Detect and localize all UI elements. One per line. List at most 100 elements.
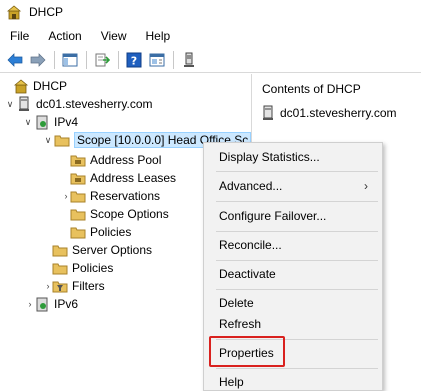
tree-label: Policies bbox=[72, 261, 114, 275]
menu-help[interactable]: Help bbox=[136, 27, 180, 45]
menu-item-label: Display Statistics... bbox=[219, 150, 320, 164]
properties-icon bbox=[149, 53, 165, 66]
tree-label: Scope Options bbox=[90, 207, 169, 221]
menu-bar: File Action View Help bbox=[0, 26, 421, 46]
folder-icon bbox=[70, 152, 86, 168]
tree-label: DHCP bbox=[33, 79, 68, 93]
folder-icon bbox=[52, 242, 68, 258]
menu-item-help[interactable]: Help bbox=[204, 371, 382, 391]
server-icon bbox=[184, 52, 194, 67]
chevron-down-icon[interactable]: ∨ bbox=[4, 95, 16, 113]
content-pane-title: Contents of DHCP bbox=[262, 82, 361, 96]
title-bar: DHCP bbox=[0, 0, 421, 24]
svg-text:?: ? bbox=[131, 54, 137, 67]
menu-item-label: Help bbox=[219, 375, 244, 389]
menu-separator bbox=[216, 171, 378, 172]
toolbar-separator bbox=[54, 50, 55, 69]
server-button[interactable] bbox=[178, 49, 200, 71]
tree-label: Filters bbox=[72, 279, 105, 293]
menu-item-advanced[interactable]: Advanced... › bbox=[204, 175, 382, 197]
export-list-button[interactable] bbox=[91, 49, 113, 71]
menu-item-label: Delete bbox=[219, 296, 254, 310]
menu-item-label: Advanced... bbox=[219, 179, 283, 193]
help-button[interactable]: ? bbox=[123, 49, 145, 71]
menu-separator bbox=[216, 260, 378, 261]
chevron-right-icon[interactable]: › bbox=[44, 277, 52, 295]
filter-icon bbox=[52, 278, 68, 294]
folder-icon bbox=[54, 132, 70, 148]
ipv4-icon bbox=[34, 114, 50, 130]
menu-item-label: Configure Failover... bbox=[219, 209, 327, 223]
tree-item-ipv4[interactable]: ∨ IPv4 bbox=[22, 113, 78, 131]
export-list-icon bbox=[95, 53, 110, 66]
toolbar-separator bbox=[118, 50, 119, 69]
chevron-right-icon[interactable]: › bbox=[62, 187, 70, 205]
list-item[interactable]: dc01.stevesherry.com bbox=[262, 105, 397, 121]
server-icon bbox=[16, 96, 32, 112]
toolbar-separator bbox=[173, 50, 174, 69]
menu-file[interactable]: File bbox=[0, 27, 38, 45]
tree-item-server-options[interactable]: Server Options bbox=[52, 241, 152, 259]
menu-separator bbox=[216, 368, 378, 369]
tree-label: Reservations bbox=[90, 189, 161, 203]
menu-item-label: Reconcile... bbox=[219, 238, 282, 252]
menu-item-reconcile[interactable]: Reconcile... bbox=[204, 234, 382, 256]
tree-label: Policies bbox=[90, 225, 132, 239]
tree-label: Server Options bbox=[72, 243, 153, 257]
menu-item-display-statistics[interactable]: Display Statistics... bbox=[204, 146, 382, 168]
menu-item-configure-failover[interactable]: Configure Failover... bbox=[204, 205, 382, 227]
menu-item-delete[interactable]: Delete bbox=[204, 292, 382, 314]
menu-item-label: Deactivate bbox=[219, 267, 276, 281]
toolbar: ? bbox=[0, 47, 421, 73]
menu-item-deactivate[interactable]: Deactivate bbox=[204, 263, 382, 285]
tree-item-ipv6[interactable]: › IPv6 bbox=[26, 295, 78, 313]
forward-button[interactable] bbox=[27, 49, 49, 71]
toolbar-separator bbox=[86, 50, 87, 69]
back-button[interactable] bbox=[4, 49, 26, 71]
tree-item-address-leases[interactable]: Address Leases bbox=[70, 169, 176, 187]
menu-separator bbox=[216, 201, 378, 202]
tree-item-dhcp[interactable]: DHCP bbox=[1, 77, 67, 95]
show-hide-tree-button[interactable] bbox=[59, 49, 81, 71]
tree-item-address-pool[interactable]: Address Pool bbox=[70, 151, 161, 169]
dhcp-server-icon bbox=[13, 78, 29, 94]
help-icon: ? bbox=[126, 52, 142, 67]
tree-label: IPv6 bbox=[54, 297, 79, 311]
tree-item-reservations[interactable]: › Reservations bbox=[62, 187, 161, 205]
menu-item-refresh[interactable]: Refresh bbox=[204, 313, 382, 335]
dhcp-server-icon bbox=[6, 5, 22, 20]
tree-label: dc01.stevesherry.com bbox=[36, 97, 153, 111]
submenu-arrow-icon: › bbox=[364, 179, 368, 193]
list-item-label: dc01.stevesherry.com bbox=[280, 106, 397, 120]
tree-item-server[interactable]: ∨ dc01.stevesherry.com bbox=[4, 95, 153, 113]
properties-button[interactable] bbox=[146, 49, 168, 71]
menu-separator bbox=[216, 289, 378, 290]
properties-highlight-box bbox=[209, 336, 285, 367]
menu-action[interactable]: Action bbox=[38, 27, 90, 45]
forward-arrow-icon bbox=[30, 52, 46, 67]
folder-icon bbox=[52, 260, 68, 276]
folder-icon bbox=[70, 188, 86, 204]
chevron-down-icon[interactable]: ∨ bbox=[22, 113, 34, 131]
tree-item-scope-policies[interactable]: Policies bbox=[70, 223, 131, 241]
show-hide-tree-icon bbox=[62, 53, 78, 66]
tree-item-scope-options[interactable]: Scope Options bbox=[70, 205, 169, 223]
menu-view[interactable]: View bbox=[91, 27, 136, 45]
menu-separator bbox=[216, 231, 378, 232]
back-arrow-icon bbox=[7, 52, 23, 67]
folder-icon bbox=[70, 206, 86, 222]
chevron-down-icon[interactable]: ∨ bbox=[42, 131, 54, 149]
chevron-right-icon[interactable]: › bbox=[26, 295, 34, 313]
ipv6-icon bbox=[34, 296, 50, 312]
tree-label: Address Leases bbox=[90, 171, 177, 185]
folder-icon bbox=[70, 224, 86, 240]
tree-item-policies[interactable]: Policies bbox=[52, 259, 113, 277]
tree-label: IPv4 bbox=[54, 115, 79, 129]
tree-item-filters[interactable]: › Filters bbox=[44, 277, 105, 295]
server-icon bbox=[262, 105, 276, 121]
window-title: DHCP bbox=[29, 5, 64, 19]
folder-icon bbox=[70, 170, 86, 186]
menu-item-label: Refresh bbox=[219, 317, 262, 331]
tree-label: Address Pool bbox=[90, 153, 162, 167]
